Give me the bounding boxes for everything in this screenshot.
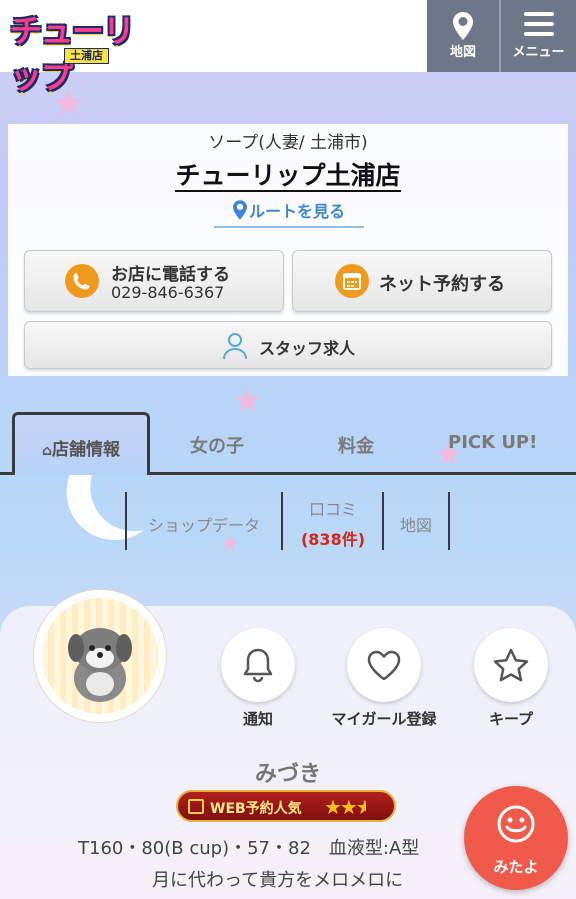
call-button[interactable]: お店に電話する 029-846-6367 bbox=[24, 250, 284, 312]
decor-star-icon: ★ bbox=[220, 532, 240, 557]
subnav-divider bbox=[125, 492, 127, 550]
web-popularity-badge: WEB予約人気 ★★★ bbox=[176, 790, 396, 822]
location-pin-icon bbox=[232, 200, 247, 220]
route-link[interactable]: ルートを見る bbox=[214, 198, 364, 228]
map-button-label: 地図 bbox=[449, 45, 476, 60]
decor-star-icon: ★ bbox=[52, 83, 85, 124]
subnav-reviews-label: 口コミ bbox=[308, 500, 357, 519]
phone-icon bbox=[65, 264, 99, 298]
subnav-reviews[interactable]: 口コミ (838件) bbox=[285, 496, 381, 550]
phone-number: 029-846-6367 bbox=[111, 283, 225, 302]
avatar-background bbox=[42, 598, 158, 714]
tab-price[interactable]: 料金 bbox=[338, 432, 374, 458]
logo-subtext: 土浦店 bbox=[64, 48, 109, 64]
shop-tabs: ⌂店舗情報 女の子 料金 PICK UP! bbox=[0, 412, 576, 475]
header: チューリップ 土浦店 地図 メニュー bbox=[0, 0, 576, 96]
tab-shop-info[interactable]: ⌂店舗情報 bbox=[12, 412, 150, 475]
notify-label: 通知 bbox=[242, 710, 273, 728]
route-link-label: ルートを見る bbox=[248, 202, 345, 221]
home-icon: ⌂ bbox=[41, 443, 53, 459]
calendar-badge-icon bbox=[188, 799, 204, 814]
mitayo-label: みたよ bbox=[493, 858, 539, 876]
keep-button[interactable] bbox=[474, 628, 548, 702]
badge-star-rating: ★★★ bbox=[324, 795, 366, 819]
shop-category: ソープ(人妻/ 土浦市) bbox=[208, 133, 368, 153]
star-outline-icon bbox=[493, 648, 529, 682]
subnav-divider bbox=[448, 492, 450, 550]
my-girl-button[interactable] bbox=[347, 628, 421, 702]
hamburger-icon bbox=[523, 12, 554, 36]
staff-recruit-label: スタッフ求人 bbox=[259, 339, 356, 358]
girl-name: みづき bbox=[254, 762, 321, 787]
shop-card: ソープ(人妻/ 土浦市) チューリップ土浦店 ルートを見る お店に電話する 02… bbox=[8, 124, 568, 376]
girl-avatar[interactable] bbox=[34, 590, 166, 722]
map-button[interactable]: 地図 bbox=[427, 0, 499, 72]
reviews-count: (838件) bbox=[300, 530, 366, 549]
subnav-divider bbox=[382, 492, 384, 550]
tab-pickup[interactable]: PICK UP! bbox=[448, 432, 537, 453]
shop-name[interactable]: チューリップ土浦店 bbox=[8, 156, 568, 192]
staff-recruit-button[interactable]: スタッフ求人 bbox=[24, 321, 552, 369]
girl-catchphrase: 月に代わって貴方をメロメロに bbox=[152, 870, 404, 891]
subnav-divider bbox=[281, 492, 283, 550]
keep-label: キープ bbox=[488, 710, 534, 728]
person-icon bbox=[223, 333, 247, 360]
heart-icon bbox=[367, 650, 401, 681]
site-logo[interactable]: チューリップ 土浦店 bbox=[10, 6, 160, 96]
bell-icon bbox=[243, 648, 273, 683]
girl-specs: T160・80(B cup)・57・82 血液型:A型 bbox=[78, 838, 420, 859]
menu-button-label: メニュー bbox=[512, 45, 565, 60]
subnav-shop-data[interactable]: ショップデータ bbox=[130, 512, 278, 536]
dog-illustration-icon bbox=[68, 628, 132, 702]
net-reserve-label: ネット予約する bbox=[379, 274, 505, 295]
net-reserve-button[interactable]: ネット予約する bbox=[292, 250, 552, 312]
my-girl-label: マイガール登録 bbox=[331, 710, 437, 728]
tab-shop-info-row: ⌂店舗情報 bbox=[15, 435, 147, 460]
tab-girls[interactable]: 女の子 bbox=[190, 432, 244, 458]
smiley-icon bbox=[497, 805, 535, 843]
notify-button[interactable] bbox=[221, 628, 295, 702]
tab-shop-info-label: 店舗情報 bbox=[52, 440, 121, 460]
badge-text: WEB予約人気 bbox=[210, 801, 302, 817]
subnav-map[interactable]: 地図 bbox=[386, 512, 446, 536]
calendar-icon bbox=[335, 264, 369, 298]
mitayo-button[interactable]: みたよ bbox=[464, 786, 568, 890]
call-button-label: お店に電話する bbox=[111, 265, 230, 285]
shop-name-text: チューリップ土浦店 bbox=[175, 161, 401, 192]
logo-text: チューリップ bbox=[10, 12, 135, 96]
map-pin-icon bbox=[453, 12, 473, 40]
menu-button[interactable]: メニュー bbox=[501, 0, 576, 72]
